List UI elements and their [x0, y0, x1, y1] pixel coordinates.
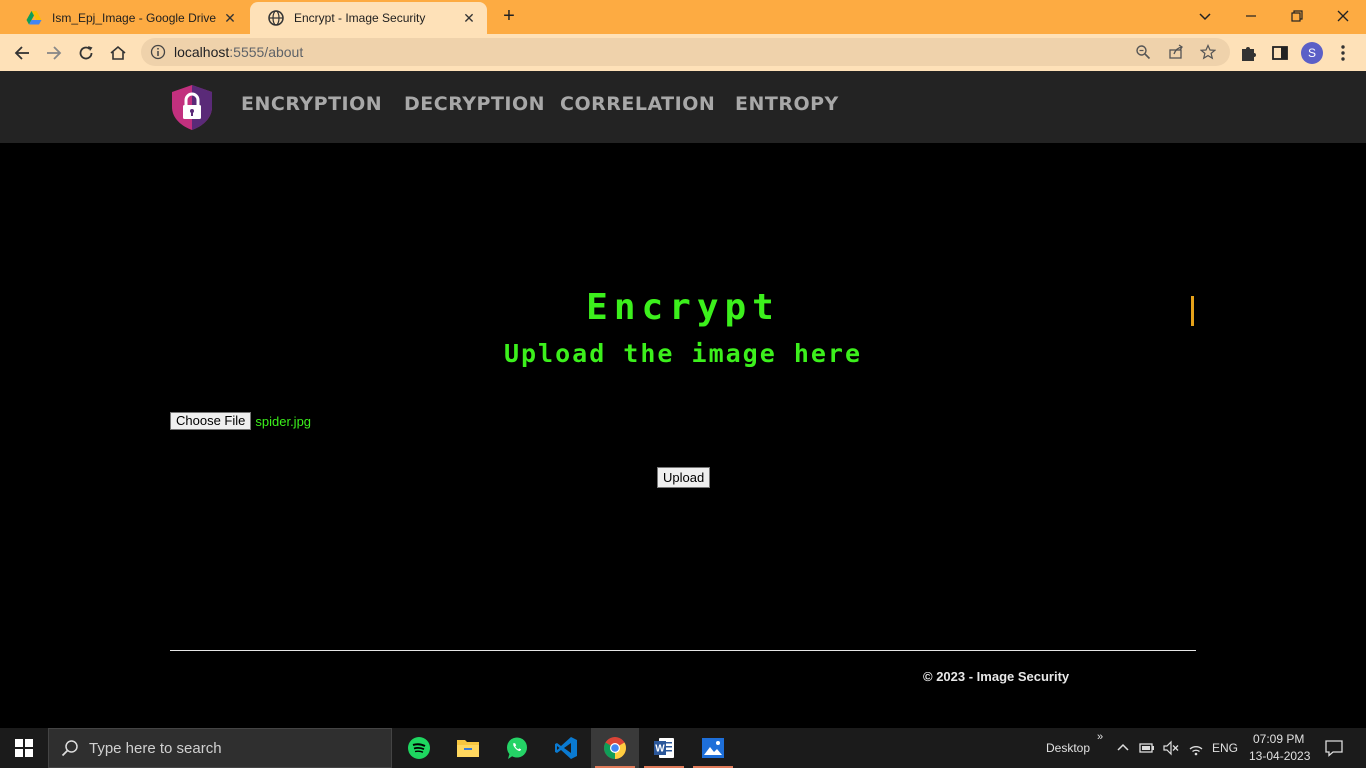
notification-center-icon[interactable] — [1325, 739, 1343, 757]
footer-copyright: © 2023 - Image Security — [923, 669, 1070, 684]
globe-icon — [268, 10, 284, 26]
share-icon[interactable] — [1168, 44, 1184, 60]
start-button[interactable] — [0, 728, 48, 768]
search-icon — [61, 740, 78, 757]
desktop-toolbar-label[interactable]: Desktop — [1046, 741, 1090, 755]
windows-taskbar: Type here to search W Desktop » ENG 07:0… — [0, 728, 1366, 768]
tab-title: Ism_Epj_Image - Google Drive — [52, 11, 217, 25]
address-bar[interactable]: localhost:5555/about — [141, 38, 1230, 66]
more-menu-icon[interactable] — [1340, 44, 1346, 62]
clock-time[interactable]: 07:09 PM — [1253, 732, 1304, 746]
nav-link-correlation[interactable]: CORRELATION — [560, 93, 715, 115]
word-icon[interactable]: W — [640, 728, 688, 768]
site-info-icon[interactable] — [150, 44, 166, 60]
url-path: :5555/about — [229, 44, 304, 60]
choose-file-button[interactable]: Choose File — [170, 412, 252, 430]
battery-icon[interactable] — [1139, 740, 1155, 756]
new-tab-button[interactable]: + — [498, 6, 520, 28]
show-hidden-icons-chevron-icon[interactable] — [1115, 740, 1131, 756]
file-explorer-icon[interactable] — [444, 728, 492, 768]
shield-lock-logo-icon[interactable] — [168, 83, 216, 131]
spotify-icon[interactable] — [395, 728, 443, 768]
side-panel-icon[interactable] — [1271, 44, 1289, 62]
zoom-icon[interactable] — [1135, 44, 1151, 60]
clock-date[interactable]: 13-04-2023 — [1249, 749, 1310, 763]
close-tab-icon[interactable]: ✕ — [222, 10, 238, 27]
close-window-button[interactable] — [1320, 0, 1366, 30]
bookmark-star-icon[interactable] — [1200, 44, 1216, 60]
photos-icon[interactable] — [689, 728, 737, 768]
extensions-puzzle-icon[interactable] — [1239, 44, 1257, 62]
tab-title: Encrypt - Image Security — [294, 11, 426, 25]
page-title: Encrypt — [586, 287, 780, 328]
web-page: ENCRYPTION DECRYPTION CORRELATION ENTROP… — [0, 71, 1366, 728]
upload-button[interactable]: Upload — [657, 467, 711, 488]
nav-link-decryption[interactable]: DECRYPTION — [404, 93, 545, 115]
minimize-button[interactable] — [1228, 0, 1274, 30]
volume-muted-icon[interactable] — [1163, 740, 1179, 756]
vscode-icon[interactable] — [542, 728, 590, 768]
home-button[interactable] — [104, 39, 132, 67]
url-text: localhost:5555/about — [174, 44, 303, 60]
nav-link-encryption[interactable]: ENCRYPTION — [241, 93, 382, 115]
footer-divider — [170, 650, 1196, 651]
search-placeholder: Type here to search — [89, 739, 222, 757]
wifi-icon[interactable] — [1188, 740, 1204, 756]
browser-toolbar: localhost:5555/about S — [0, 34, 1366, 71]
taskbar-search-box[interactable]: Type here to search — [48, 728, 392, 768]
input-language-indicator[interactable]: ENG — [1212, 741, 1238, 755]
whatsapp-icon[interactable] — [493, 728, 541, 768]
text-cursor-bar — [1191, 296, 1194, 326]
tab-google-drive[interactable]: Ism_Epj_Image - Google Drive ✕ — [8, 2, 248, 34]
restore-button[interactable] — [1274, 0, 1320, 30]
desktop-toolbar-chevron[interactable]: » — [1097, 731, 1103, 743]
profile-avatar[interactable]: S — [1301, 42, 1323, 64]
reload-button[interactable] — [72, 39, 100, 67]
url-host: localhost — [174, 44, 230, 60]
tab-encrypt[interactable]: Encrypt - Image Security ✕ — [250, 2, 487, 34]
back-button[interactable] — [8, 39, 36, 67]
close-tab-icon[interactable]: ✕ — [461, 10, 477, 27]
forward-button[interactable] — [40, 39, 68, 67]
svg-text:W: W — [655, 744, 665, 755]
nav-link-entropy[interactable]: ENTROPY — [735, 93, 839, 115]
tab-search-chevron-icon[interactable] — [1182, 0, 1228, 30]
selected-file-name: spider.jpg — [255, 413, 312, 429]
file-input[interactable]: Choose File spider.jpg — [170, 412, 311, 430]
google-drive-icon — [26, 11, 42, 25]
windows-logo-icon — [15, 739, 33, 757]
page-subtitle: Upload the image here — [503, 339, 863, 368]
browser-tab-strip: Ism_Epj_Image - Google Drive ✕ Encrypt -… — [0, 0, 1366, 34]
site-navbar: ENCRYPTION DECRYPTION CORRELATION ENTROP… — [0, 71, 1366, 143]
chrome-icon[interactable] — [591, 728, 639, 768]
